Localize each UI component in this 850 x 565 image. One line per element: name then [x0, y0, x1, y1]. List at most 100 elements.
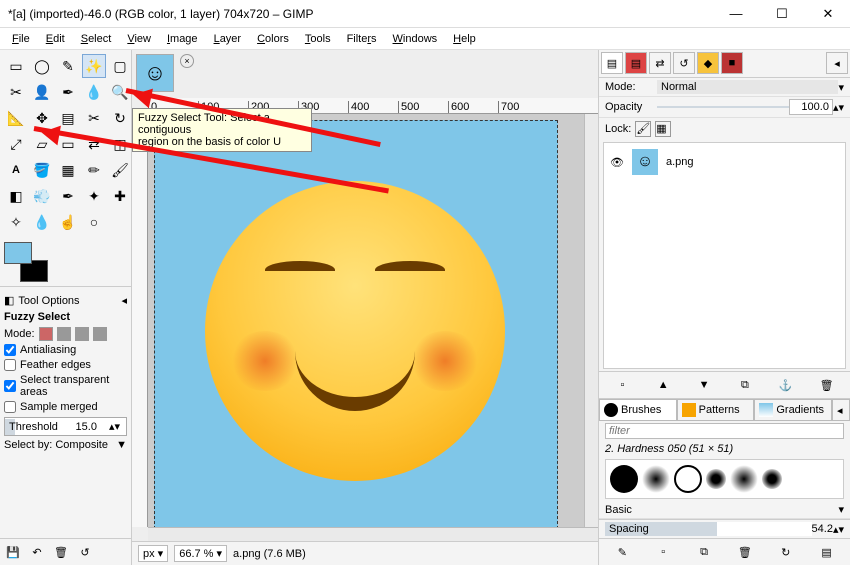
spacing-row[interactable]: Spacing 54.2▴▾: [599, 519, 850, 538]
unit-selector[interactable]: px ▾: [138, 545, 168, 562]
open-as-image-button[interactable]: ▤: [818, 543, 836, 561]
tool-paths[interactable]: ✒: [56, 80, 80, 104]
dock-menu-icon[interactable]: ◂: [826, 52, 848, 74]
duplicate-layer-button[interactable]: ⧉: [736, 376, 754, 394]
menu-select[interactable]: Select: [73, 31, 120, 47]
menu-image[interactable]: Image: [159, 31, 206, 47]
tab-gradients[interactable]: Gradients: [754, 399, 832, 421]
new-brush-button[interactable]: ▫: [654, 543, 672, 561]
brush-sample[interactable]: [674, 465, 702, 493]
dock-tab-channels[interactable]: ▤: [625, 52, 647, 74]
tray-save-icon[interactable]: 💾: [4, 543, 22, 561]
menu-file[interactable]: File: [4, 31, 38, 47]
brush-filter-input[interactable]: [605, 423, 844, 439]
tool-paintbrush[interactable]: 🖌: [108, 158, 132, 182]
brush-sample[interactable]: [762, 469, 782, 489]
tray-reset-icon[interactable]: ↺: [76, 543, 94, 561]
dock-tab-pointer[interactable]: ■: [721, 52, 743, 74]
opacity-row[interactable]: Opacity 100.0 ▴▾: [599, 97, 850, 118]
delete-brush-button[interactable]: 🗑: [736, 543, 754, 561]
tool-foreground-select[interactable]: 👤: [30, 80, 54, 104]
tool-rotate[interactable]: ↻: [108, 106, 132, 130]
lower-layer-button[interactable]: ▼: [695, 376, 713, 394]
menu-edit[interactable]: Edit: [38, 31, 73, 47]
tool-heal[interactable]: ✚: [108, 184, 132, 208]
brush-sample[interactable]: [706, 469, 726, 489]
close-button[interactable]: ✕: [814, 6, 842, 22]
scrollbar-horizontal[interactable]: [148, 527, 598, 541]
raise-layer-button[interactable]: ▲: [654, 376, 672, 394]
refresh-brush-button[interactable]: ↻: [777, 543, 795, 561]
brush-menu-icon[interactable]: ◂: [832, 399, 850, 421]
tool-crop[interactable]: ✂: [82, 106, 106, 130]
tool-pencil[interactable]: ✏: [82, 158, 106, 182]
threshold-slider[interactable]: Threshold 15.0 ▴▾: [4, 417, 127, 436]
mode-replace[interactable]: [39, 327, 53, 341]
tool-perspective-clone[interactable]: ✧: [4, 210, 28, 234]
tool-airbrush[interactable]: 💨: [30, 184, 54, 208]
scrollbar-vertical[interactable]: [584, 114, 598, 527]
zoom-selector[interactable]: 66.7 % ▾: [174, 545, 227, 562]
tool-blur[interactable]: 💧: [30, 210, 54, 234]
layer-row[interactable]: 👁 ☺ a.png: [604, 143, 845, 181]
canvas-viewport[interactable]: [148, 114, 584, 527]
fg-color-swatch[interactable]: [4, 242, 32, 264]
tool-color-select[interactable]: ▢: [108, 54, 132, 78]
opt-transparent[interactable]: Select transparent areas: [4, 374, 127, 398]
tool-color-picker[interactable]: 💧: [82, 80, 106, 104]
tool-eraser[interactable]: ◧: [4, 184, 28, 208]
maximize-button[interactable]: ☐: [768, 6, 796, 22]
opt-feather[interactable]: Feather edges: [4, 359, 127, 371]
mode-add[interactable]: [57, 327, 71, 341]
brush-sample[interactable]: [610, 465, 638, 493]
lock-alpha-icon[interactable]: ▦: [655, 121, 671, 137]
menu-tools[interactable]: Tools: [297, 31, 339, 47]
brush-sample[interactable]: [642, 465, 670, 493]
mode-intersect[interactable]: [93, 327, 107, 341]
tool-fuzzy-select[interactable]: ✨: [82, 54, 106, 78]
dock-tab-undo[interactable]: ↺: [673, 52, 695, 74]
edit-brush-button[interactable]: ✎: [613, 543, 631, 561]
image-tab-close[interactable]: ×: [180, 54, 194, 68]
menu-filters[interactable]: Filters: [339, 31, 385, 47]
menu-windows[interactable]: Windows: [385, 31, 446, 47]
tray-delete-icon[interactable]: 🗑: [52, 543, 70, 561]
tool-scissors[interactable]: ✂: [4, 80, 28, 104]
tool-ellipse-select[interactable]: ◯: [30, 54, 54, 78]
tool-scale[interactable]: ⤢: [4, 132, 28, 156]
tool-blend[interactable]: ▦: [56, 158, 80, 182]
tool-free-select[interactable]: ✎: [56, 54, 80, 78]
delete-layer-button[interactable]: 🗑: [818, 376, 836, 394]
tab-brushes[interactable]: Brushes: [599, 399, 677, 421]
tool-smudge[interactable]: ☝: [56, 210, 80, 234]
lock-pixels-icon[interactable]: 🖌: [635, 121, 651, 137]
menu-colors[interactable]: Colors: [249, 31, 297, 47]
tool-measure[interactable]: 📐: [4, 106, 28, 130]
minimize-button[interactable]: —: [722, 6, 750, 22]
brush-grid[interactable]: [605, 459, 844, 499]
tool-ink[interactable]: ✒: [56, 184, 80, 208]
brush-category[interactable]: Basic▾: [599, 501, 850, 519]
mode-subtract[interactable]: [75, 327, 89, 341]
brush-sample[interactable]: [730, 465, 758, 493]
new-layer-button[interactable]: ▫: [613, 376, 631, 394]
menu-layer[interactable]: Layer: [206, 31, 250, 47]
tab-patterns[interactable]: Patterns: [677, 399, 755, 421]
opt-sample-merged[interactable]: Sample merged: [4, 401, 127, 413]
dock-tab-layers[interactable]: ▤: [601, 52, 623, 74]
blend-mode-row[interactable]: Mode: Normal ▾: [599, 78, 850, 97]
duplicate-brush-button[interactable]: ⧉: [695, 543, 713, 561]
dock-tab-paths[interactable]: ⇄: [649, 52, 671, 74]
tool-bucket-fill[interactable]: 🪣: [30, 158, 54, 182]
layer-name[interactable]: a.png: [666, 156, 694, 168]
opt-antialias[interactable]: Antialiasing: [4, 344, 127, 356]
tool-text[interactable]: A: [4, 158, 28, 182]
tool-clone[interactable]: ✦: [82, 184, 106, 208]
visibility-icon[interactable]: 👁: [610, 156, 624, 169]
menu-view[interactable]: View: [119, 31, 159, 47]
menu-help[interactable]: Help: [445, 31, 484, 47]
tray-revert-icon[interactable]: ↶: [28, 543, 46, 561]
tool-rect-select[interactable]: ▭: [4, 54, 28, 78]
dock-tab-histogram[interactable]: ◆: [697, 52, 719, 74]
color-swatches[interactable]: [4, 242, 54, 282]
